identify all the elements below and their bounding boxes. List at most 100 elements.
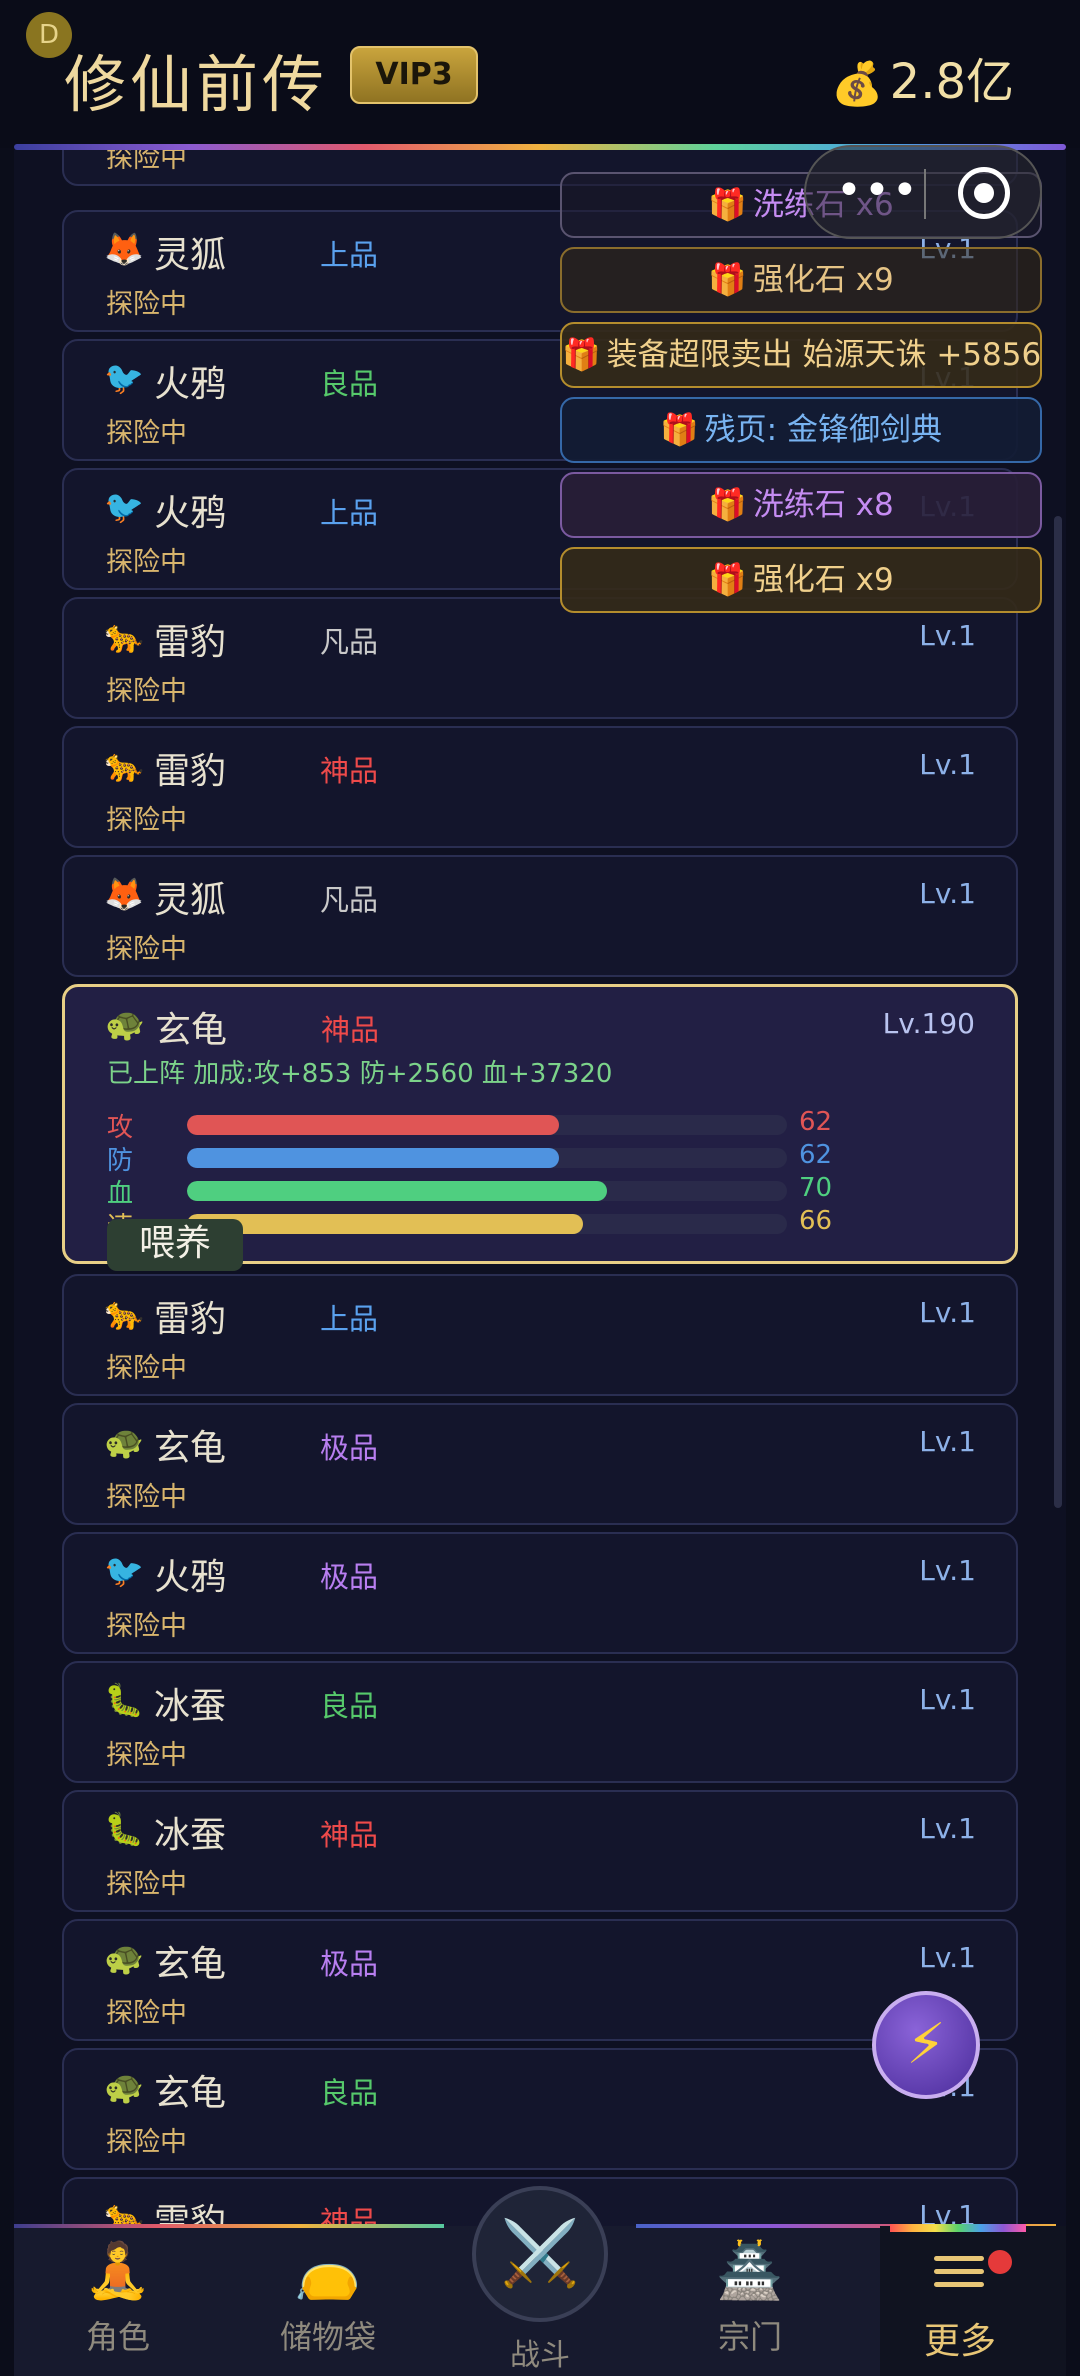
miniprogram-capsule[interactable]: ••• [804,145,1042,239]
nav-label-sect: 宗门 [717,2318,782,2356]
pet-grade: 神品 [320,2205,379,2226]
pet-name: 玄龟 [154,1428,227,1469]
pet-level: Lv.1 [919,1554,976,1587]
stat-row: 防 62 [107,1140,987,1176]
pet-icon: 🦊 [104,875,144,913]
stat-value: 70 [799,1173,833,1203]
pet-icon: 🐛 [104,1810,144,1848]
pet-card[interactable]: 🐛 冰蚕 神品 探险中 Lv.1 [62,1790,1018,1912]
pet-name: 玄龟 [154,2073,227,2114]
pet-name: 灵狐 [154,880,227,921]
stat-value: 62 [799,1140,833,1170]
battle-buff-text: 已上阵 加成:攻+853 防+2560 血+37320 [107,1059,613,1089]
pet-icon: 🐆 [104,2197,144,2226]
stat-bar-fill [187,1148,559,1168]
pet-icon: 🐢 [104,2068,144,2106]
stat-label: 血 [107,1179,134,1209]
money-value: 2.8亿 [889,54,1014,110]
nav-item-sect[interactable]: 🏯 宗门 [670,2236,830,2366]
storage-bag-icon: 👝 [294,2239,362,2302]
pet-name: 雷豹 [154,1299,227,1340]
pet-status: 探险中 [106,805,187,836]
gift-icon: 🎁 [708,187,747,223]
pet-status: 探险中 [106,418,187,449]
pet-card[interactable]: 🦊 灵狐 凡品 探险中 Lv.1 [62,855,1018,977]
nav-label-battle[interactable]: 战斗 [480,2330,600,2374]
nav-label-more: 更多 [923,2321,996,2362]
more-options-icon[interactable]: ••• [836,165,920,216]
vip-badge[interactable]: VIP3 [350,46,478,104]
pet-grade: 上品 [320,496,379,530]
stat-value: 62 [799,1107,833,1137]
gift-icon: 🎁 [708,562,747,598]
pet-status: 探险中 [106,1482,187,1513]
pet-level: Lv.1 [919,1425,976,1458]
feed-button[interactable]: 喂养 [107,1219,243,1271]
pet-grade: 凡品 [320,883,379,917]
pet-grade: 良品 [320,2076,379,2110]
pet-grade: 上品 [320,238,379,272]
stat-bar [187,1181,787,1201]
pet-status: 探险中 [106,289,187,320]
pet-grade: 神品 [321,1013,380,1047]
pet-level: Lv.1 [919,2199,976,2226]
close-miniprogram-icon[interactable] [958,167,1010,219]
reward-toast: 🎁 强化石 x9 [560,247,1042,313]
pet-level: Lv.1 [919,1941,976,1974]
pet-card[interactable]: 🐢玄龟良品探险中Lv.1 [62,2048,1018,2170]
pet-name: 雷豹 [154,751,227,792]
pet-icon: 🐦 [104,1552,144,1590]
pet-card[interactable]: 🐛 冰蚕 良品 探险中 Lv.1 [62,1661,1018,1783]
pet-level: Lv.1 [919,877,976,910]
pet-icon: 🐢 [104,1939,144,1977]
lightning-icon[interactable]: ⚡ [872,1991,980,2099]
pet-card[interactable]: 🐦 火鸦 极品 探险中 Lv.1 [62,1532,1018,1654]
stat-bar [187,1148,787,1168]
pet-card[interactable]: 🐢 玄龟 极品 探险中 Lv.1 [62,1919,1018,2041]
gift-icon: 🎁 [562,337,601,373]
crossed-swords-icon: ⚔️ [500,2217,580,2291]
nav-label-character: 角色 [85,2318,150,2356]
reward-toast: 🎁 残页: 金锋御剑典 [560,397,1042,463]
pet-card[interactable]: 🐢 玄龟 极品 探险中 Lv.1 [62,1403,1018,1525]
pet-name: 火鸦 [154,364,227,405]
pet-grade: 良品 [320,367,379,401]
meditating-figure-icon: 🧘 [84,2239,152,2302]
nav-item-battle[interactable]: ⚔️ [472,2186,608,2322]
pet-icon: 🐆 [104,1294,144,1332]
pet-status: 探险中 [106,676,187,707]
pet-card[interactable]: 🐆 雷豹 凡品 探险中 Lv.1 [62,597,1018,719]
pet-icon: 🐢 [104,1423,144,1461]
stat-bar-fill [187,1181,607,1201]
pet-grade: 极品 [320,1560,379,1594]
pet-name: 火鸦 [154,1557,227,1598]
pet-grade: 上品 [320,1302,379,1336]
pet-level: Lv.190 [882,1007,975,1040]
menu-icon[interactable] [934,2256,984,2296]
toast-text: 残页: 金锋御剑典 [704,412,942,448]
capsule-divider [924,169,926,219]
reward-toast: 🎁 强化石 x9 [560,547,1042,613]
pet-card[interactable]: 🐆 雷豹 上品 探险中 Lv.1 [62,1274,1018,1396]
gift-icon: 🎁 [660,412,699,448]
pet-name: 雷豹 [154,2202,227,2226]
toast-text: 强化石 x9 [752,262,894,298]
stat-row: 血 70 [107,1173,987,1209]
pet-icon: 🐆 [104,746,144,784]
pet-name: 雷豹 [154,622,227,663]
pet-status: 探险中 [106,2127,187,2158]
nav-item-character[interactable]: 🧘 角色 [38,2236,198,2366]
sect-temple-icon: 🏯 [716,2239,784,2302]
pet-icon: 🐦 [104,488,144,526]
pet-name: 冰蚕 [154,1686,227,1727]
pet-grade: 极品 [320,1947,379,1981]
nav-divider-left [14,2224,444,2228]
nav-item-storage[interactable]: 👝 储物袋 [248,2236,408,2366]
pet-card[interactable]: 🐆 雷豹 神品 探险中 Lv.1 [62,726,1018,848]
pet-name: 火鸦 [154,493,227,534]
pet-name: 玄龟 [155,1010,228,1051]
pet-card-selected[interactable]: 🐢 玄龟 神品 Lv.190 已上阵 加成:攻+853 防+2560 血+37320 攻 6… [62,984,1018,1271]
stat-label: 防 [107,1146,134,1176]
scrollbar[interactable] [1054,516,1062,1508]
stat-label: 攻 [107,1113,134,1143]
